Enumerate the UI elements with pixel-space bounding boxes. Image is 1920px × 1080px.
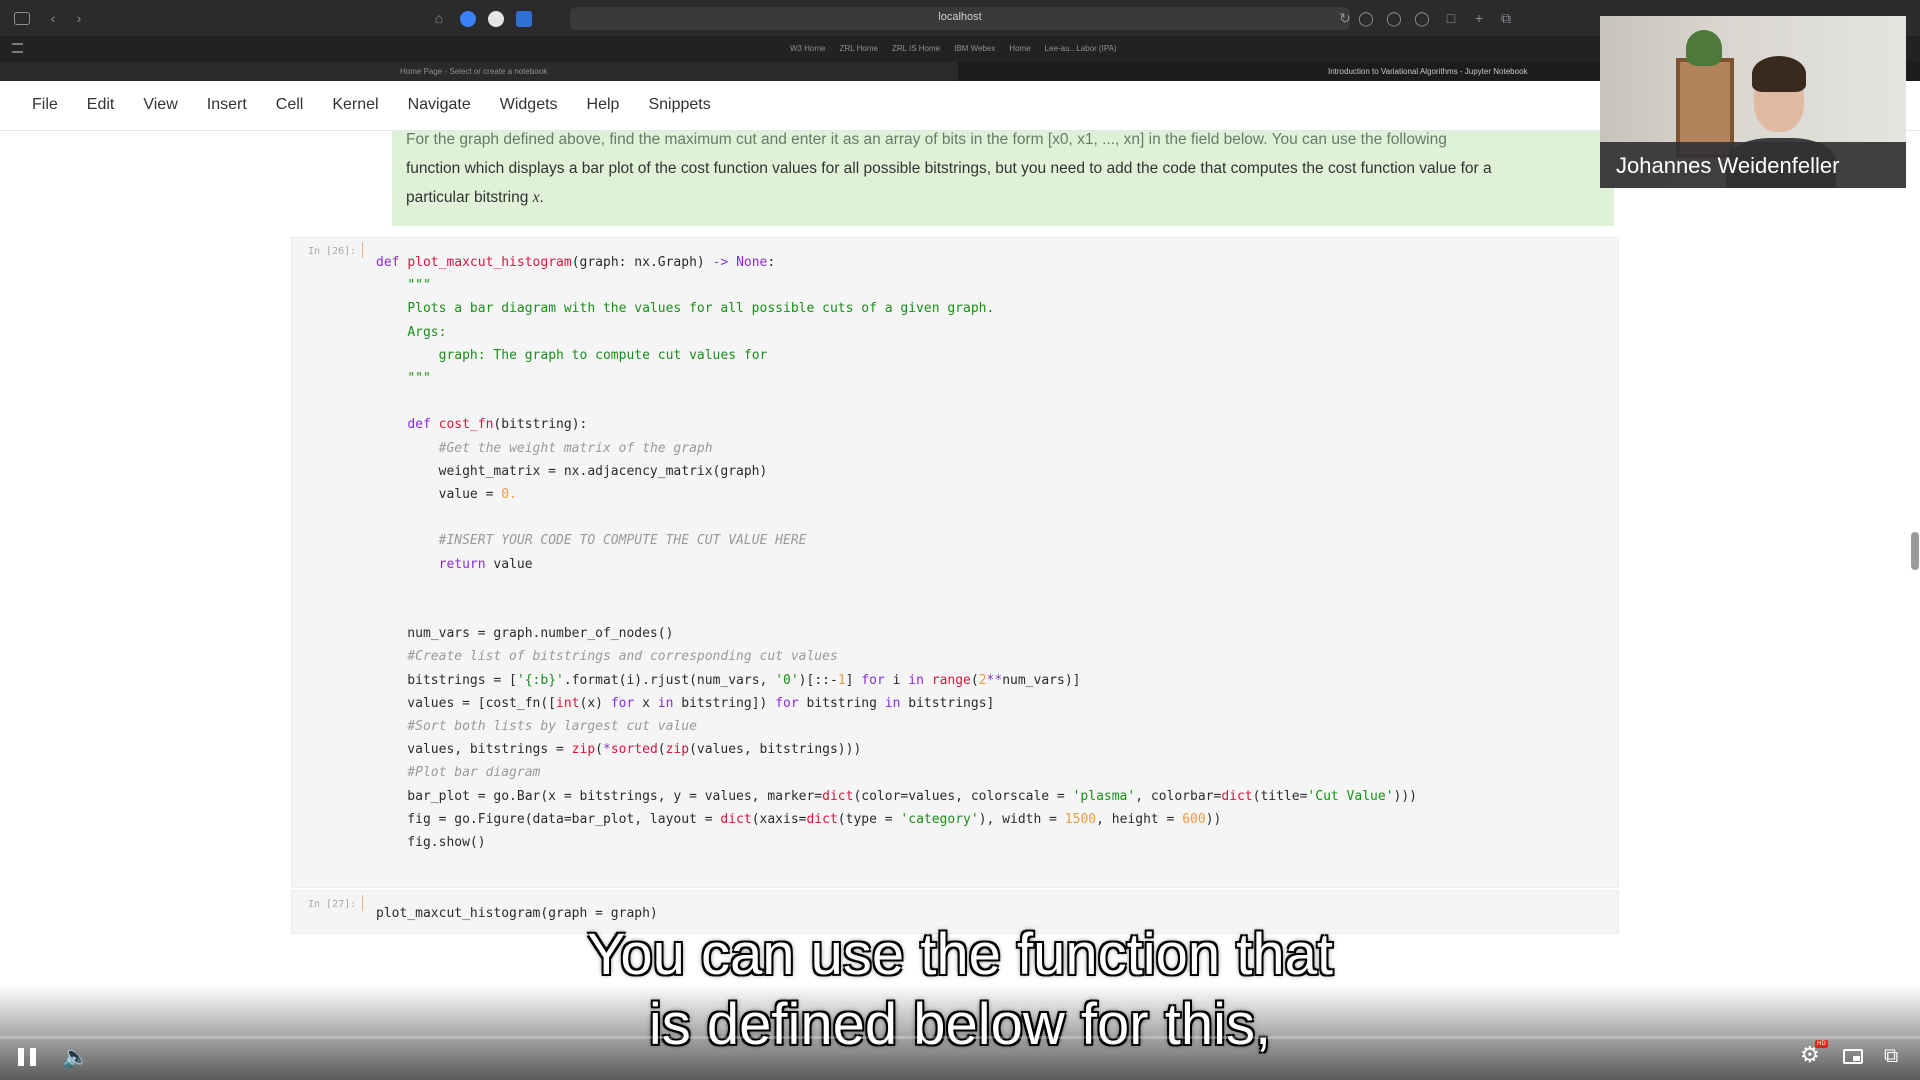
- webcam-person-hair: [1752, 56, 1806, 92]
- markdown-text-span: particular bitstring: [406, 189, 533, 206]
- share-icon[interactable]: □: [1442, 9, 1460, 27]
- exit-fullscreen-icon[interactable]: ⧉: [1884, 1045, 1898, 1068]
- favorite-link[interactable]: ZRL IS Home: [892, 44, 940, 53]
- markdown-line: function which displays a bar plot of th…: [406, 160, 1492, 177]
- favorite-link[interactable]: W3 Home: [790, 44, 826, 53]
- webcam-plant: [1686, 30, 1722, 66]
- prompt-marker: [362, 242, 363, 258]
- favorite-link[interactable]: ZRL Home: [840, 44, 878, 53]
- back-arrow-icon[interactable]: ‹: [44, 9, 62, 27]
- subtitle-line: You can use the function that: [587, 922, 1333, 987]
- menu-insert[interactable]: Insert: [207, 96, 247, 114]
- menu-help[interactable]: Help: [587, 96, 620, 114]
- url-text: localhost: [938, 11, 982, 23]
- menu-snippets[interactable]: Snippets: [648, 96, 710, 114]
- markdown-line: particular bitstring x.: [406, 183, 1596, 212]
- forward-arrow-icon[interactable]: ›: [70, 9, 88, 27]
- prompt-marker: [362, 895, 363, 911]
- menu-edit[interactable]: Edit: [87, 96, 115, 114]
- address-bar[interactable]: localhost: [570, 7, 1350, 30]
- tab-title: Introduction to Variational Algorithms -…: [1328, 67, 1528, 76]
- subtitle-line: is defined below for this,: [648, 992, 1272, 1057]
- favorite-link[interactable]: Home: [1009, 44, 1030, 53]
- sidebar-toggle-icon[interactable]: [14, 12, 30, 25]
- speaker-name-bar: Johannes Weidenfeller: [1600, 142, 1906, 188]
- markdown-text: For the graph defined above, find the ma…: [406, 125, 1596, 212]
- favorite-link[interactable]: Lee-au...Labor (IPA): [1045, 44, 1117, 53]
- extension-icon[interactable]: [516, 11, 532, 27]
- input-prompt: In [26]:: [308, 246, 357, 257]
- reader-icon[interactable]: ◯: [1413, 9, 1431, 27]
- miniplayer-icon[interactable]: [1843, 1049, 1863, 1064]
- volume-icon[interactable]: 🔈: [62, 1044, 89, 1070]
- hd-badge: HD: [1815, 1040, 1828, 1048]
- extension-icon[interactable]: [488, 11, 504, 27]
- code-cell[interactable]: In [26]: def plot_maxcut_histogram(graph…: [291, 237, 1619, 888]
- new-tab-icon[interactable]: +: [1470, 9, 1488, 27]
- browser-tab[interactable]: Home Page - Select or create a notebook: [0, 62, 958, 81]
- download-icon[interactable]: ◯: [1357, 9, 1375, 27]
- menu-icon[interactable]: [12, 43, 23, 53]
- menu-file[interactable]: File: [32, 96, 58, 114]
- home-icon[interactable]: ⌂: [430, 9, 448, 27]
- progress-bar[interactable]: [0, 1036, 1920, 1039]
- markdown-text-span: .: [539, 189, 544, 206]
- code-editor[interactable]: def plot_maxcut_histogram(graph: nx.Grap…: [376, 251, 1417, 854]
- menu-kernel[interactable]: Kernel: [332, 96, 378, 114]
- extension-icon[interactable]: [460, 11, 476, 27]
- menu-cell[interactable]: Cell: [276, 96, 304, 114]
- favorite-link[interactable]: IBM Webex: [954, 44, 995, 53]
- tab-overview-icon[interactable]: ⧉: [1497, 9, 1515, 27]
- markdown-cell[interactable]: For the graph defined above, find the ma…: [392, 131, 1614, 226]
- speaker-name: Johannes Weidenfeller: [1616, 153, 1840, 178]
- privacy-icon[interactable]: ◯: [1385, 9, 1403, 27]
- subtitles: You can use the function that is defined…: [0, 920, 1920, 1060]
- markdown-line: For the graph defined above, find the ma…: [406, 131, 1447, 148]
- input-prompt: In [27]:: [308, 899, 357, 910]
- scrollbar-thumb[interactable]: [1911, 532, 1919, 570]
- menu-view[interactable]: View: [143, 96, 177, 114]
- reload-icon[interactable]: ↻: [1336, 9, 1354, 27]
- menu-navigate[interactable]: Navigate: [408, 96, 471, 114]
- math-variable: x: [532, 189, 540, 206]
- tab-title: Home Page - Select or create a notebook: [400, 67, 548, 76]
- pause-icon[interactable]: [18, 1048, 38, 1066]
- webcam-overlay: Johannes Weidenfeller: [1600, 16, 1906, 188]
- menu-widgets[interactable]: Widgets: [500, 96, 558, 114]
